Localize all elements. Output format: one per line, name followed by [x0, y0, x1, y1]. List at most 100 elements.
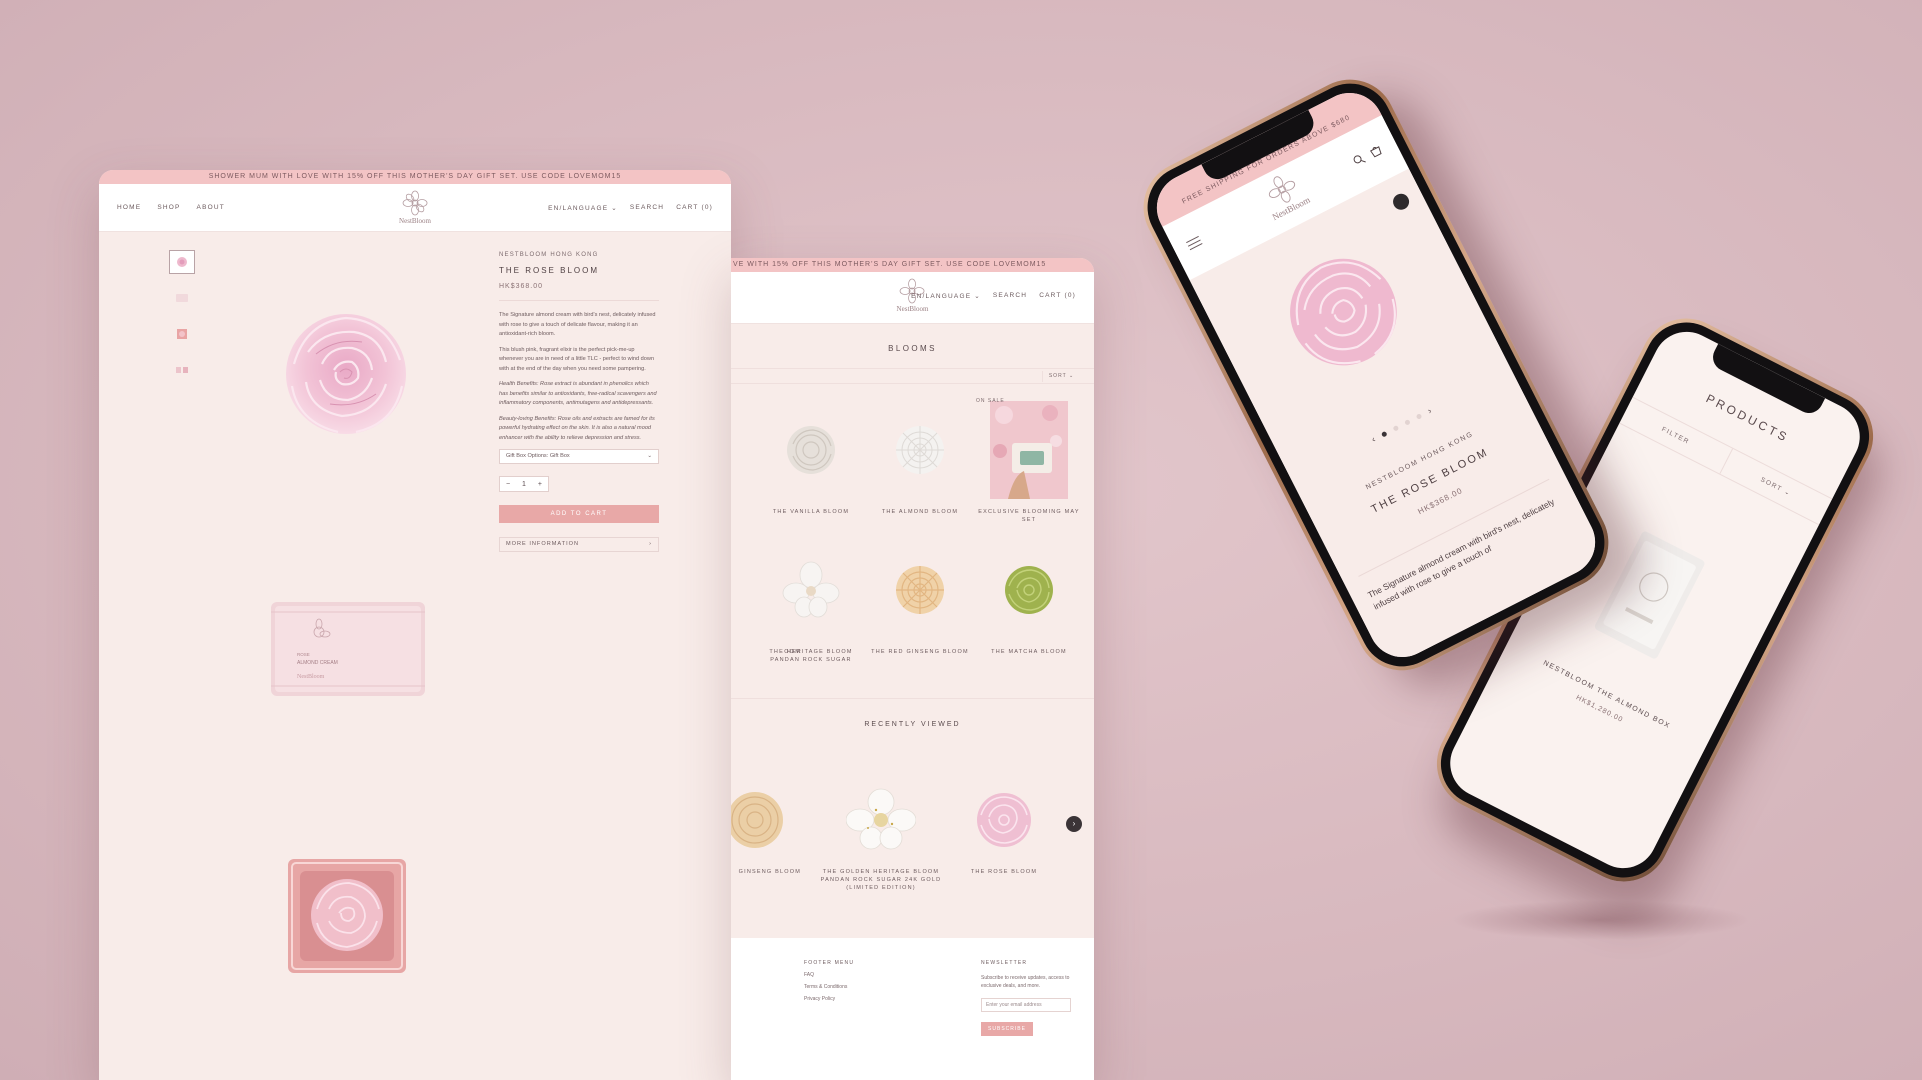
nav-about[interactable]: ABOUT [197, 204, 225, 211]
phone-product: FREE SHIPPING FOR ORDERS ABOVE $680 Nest… [1127, 63, 1625, 687]
pack-label-small: ROSE [297, 652, 310, 657]
language-selector[interactable]: EN/LANGUAGE ⌄ [911, 292, 981, 300]
sale-badge: ON SALE [976, 398, 1005, 404]
quantity-value: 1 [522, 480, 526, 488]
language-selector[interactable]: EN/LANGUAGE ⌄ [548, 204, 618, 212]
collection-toolbar: SORT ⌄ [731, 368, 1094, 384]
product-card[interactable]: THE HERITAGE BLOOM PANDAN ROCK SUGAR [756, 540, 866, 664]
newsletter: NEWSLETTER Subscribe to receive updates,… [981, 960, 1071, 1036]
ginseng-bloom-image [731, 792, 783, 848]
gift-box-image [288, 859, 406, 973]
chevron-left-icon[interactable]: ‹ [1370, 434, 1377, 444]
footer-menu-title: FOOTER MENU [804, 960, 855, 966]
description-paragraph: The Signature almond cream with bird's n… [499, 312, 656, 337]
nav-cart[interactable]: CART (0) [1039, 292, 1076, 300]
product-price: HK$368.00 [1416, 485, 1465, 517]
increase-button[interactable]: + [538, 481, 542, 488]
pack-label: ALMOND CREAM [297, 660, 338, 666]
almond-bloom-image [896, 426, 944, 474]
phone-screen: FREE SHIPPING FOR ORDERS ABOVE $680 Nest… [1145, 81, 1607, 669]
top-navigation: NestBloom EN/LANGUAGE ⌄ SEARCH CART (0) [731, 272, 1094, 324]
desktop-collection-page: VE WITH 15% OFF THIS MOTHER'S DAY GIFT S… [731, 258, 1094, 1080]
subscribe-button[interactable]: SUBSCRIBE [981, 1022, 1033, 1036]
product-description: The Signature almond cream with bird's n… [499, 311, 659, 443]
recent-card[interactable]: THE GOLDEN HERITAGE BLOOM PANDAN ROCK SU… [819, 780, 943, 892]
promo-banner[interactable]: SHOWER MUM WITH LOVE WITH 15% OFF THIS M… [99, 170, 731, 184]
beauty-benefits: Beauty-loving Benefits: Rose oils and ex… [499, 415, 655, 441]
email-field[interactable]: Enter your email address [981, 998, 1071, 1012]
nav-home[interactable]: HOME [117, 204, 141, 211]
recent-card[interactable]: GINSENG BLOOM [731, 780, 801, 876]
chevron-right-icon: › [649, 541, 652, 547]
orchid-bloom-image [782, 561, 840, 618]
thumbnail-rose[interactable] [169, 250, 195, 274]
product-card[interactable]: THE MATCHA BLOOM [974, 540, 1084, 656]
promo-banner[interactable]: VE WITH 15% OFF THIS MOTHER'S DAY GIFT S… [731, 258, 1094, 272]
nav-cart[interactable]: CART (0) [676, 204, 713, 212]
add-to-cart-button[interactable]: ADD TO CART [499, 505, 659, 523]
recent-card[interactable]: THE ROSE BLOOM [949, 780, 1059, 876]
sort-dropdown[interactable]: SORT ⌄ [1042, 371, 1080, 382]
thumbnail-box[interactable] [169, 322, 195, 346]
health-benefits: Health Benefits: Rose extract is abundan… [499, 381, 657, 406]
product-brand[interactable]: NESTBLOOM HONG KONG [499, 252, 659, 258]
set-thumb-icon [176, 367, 188, 373]
collection-title: BLOOMS [888, 344, 937, 353]
logo-wordmark: NestBloom [399, 217, 431, 225]
brand-logo[interactable]: NestBloom [399, 190, 431, 225]
product-name: THE VANILLA BLOOM [772, 509, 850, 515]
brand-logo[interactable]: NestBloom [1256, 167, 1312, 222]
product-name: GINSENG BLOOM [738, 869, 801, 875]
carousel-next-button[interactable]: › [1066, 816, 1082, 832]
chevron-down-icon: ⌄ [647, 453, 652, 459]
box-thumb-icon [177, 329, 187, 339]
gift-box-option-select[interactable]: Gift Box Options: Gift Box ⌄ [499, 449, 659, 464]
pack-logo: NestBloom [297, 674, 325, 680]
quantity-stepper[interactable]: − 1 + [499, 476, 549, 492]
zoom-button[interactable] [1390, 190, 1412, 213]
matcha-bloom-image [1005, 566, 1053, 614]
slider-dot[interactable] [1403, 418, 1411, 426]
description-paragraph: This blush pink, fragrant elixir is the … [499, 346, 655, 372]
footer-menu: FOOTER MENU FAQ Terms & Conditions Priva… [804, 960, 854, 1002]
select-value: Gift Box Options: Gift Box [506, 453, 570, 459]
slider-dot[interactable] [1392, 424, 1399, 432]
product-name: THE MATCHA BLOOM [991, 649, 1067, 655]
thumbnail-set[interactable] [169, 358, 195, 382]
pack-thumb-icon [176, 294, 188, 302]
product-name: THE HERITAGE BLOOM PANDAN ROCK SUGAR [769, 649, 853, 663]
product-name: EXCLUSIVE BLOOMING MAY SET [978, 509, 1080, 523]
more-information-label: MORE INFORMATION [506, 541, 580, 547]
hamburger-menu-icon[interactable] [1186, 235, 1203, 251]
product-card[interactable]: THE ALMOND BLOOM [865, 400, 975, 516]
footer-link-faq[interactable]: FAQ [804, 972, 854, 978]
product-name: THE ALMOND BLOOM [881, 509, 959, 515]
footer-link-terms[interactable]: Terms & Conditions [804, 984, 854, 990]
rose-bloom-image [1290, 258, 1397, 366]
nav-shop[interactable]: SHOP [157, 204, 180, 211]
slider-dot[interactable] [1380, 430, 1388, 438]
section-divider [731, 698, 1094, 699]
decrease-button[interactable]: − [506, 481, 510, 488]
product-price: HK$368.00 [499, 283, 544, 290]
product-card[interactable]: ON SALE EXCLUSIVE BLOOMING MAY SET [974, 398, 1084, 524]
product-name: THE RED GINSENG BLOOM [871, 649, 969, 655]
footer-link-privacy[interactable]: Privacy Policy [804, 996, 854, 1002]
nav-search[interactable]: SEARCH [993, 292, 1027, 300]
recently-viewed-title: RECENTLY VIEWED [864, 721, 961, 728]
slider-dot[interactable] [1415, 412, 1423, 420]
cart-icon[interactable] [1368, 144, 1383, 159]
more-information-toggle[interactable]: MORE INFORMATION › [499, 537, 659, 552]
product-thumbnails [169, 250, 195, 382]
product-card[interactable]: THE VANILLA BLOOM [756, 400, 866, 516]
divider [499, 300, 659, 301]
flower-logo-icon [402, 190, 428, 216]
thumbnail-pack[interactable] [169, 286, 195, 310]
search-icon[interactable] [1352, 152, 1367, 167]
logo-wordmark: NestBloom [896, 305, 929, 313]
product-card[interactable]: THE RED GINSENG BLOOM [865, 540, 975, 656]
nav-search[interactable]: SEARCH [630, 204, 664, 212]
red-ginseng-bloom-image [896, 566, 944, 614]
chevron-right-icon[interactable]: › [1426, 405, 1433, 415]
product-name: THE ROSE BLOOM [970, 869, 1038, 875]
